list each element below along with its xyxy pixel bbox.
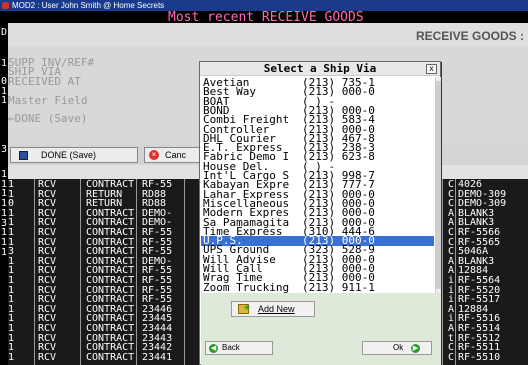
table-cell: 1	[8, 179, 15, 190]
form-field-label: RECEIVED AT	[8, 75, 81, 88]
table-cell: RF-5510	[458, 351, 501, 363]
ok-arrow-icon: ▶	[411, 344, 420, 353]
cancel-label: Canc	[165, 150, 187, 160]
table-cell: RCV	[38, 227, 57, 238]
table-cell: C	[448, 342, 455, 354]
dialog-footer: Add New ◀ Back Ok ▶	[201, 293, 441, 365]
table-cell: RF-5564	[458, 275, 501, 286]
floppy-disk-icon	[19, 151, 28, 160]
table-cell: RCV	[38, 342, 57, 354]
table-cell: 5046A	[458, 246, 489, 258]
add-folder-icon	[238, 302, 250, 316]
table-cell: CONTRACT	[86, 342, 135, 354]
module-info-bar: RECEIVE GOODS :	[8, 23, 528, 47]
table-cell: RCV	[38, 198, 57, 210]
table-cell: RF-55	[142, 179, 173, 190]
table-cell: RF-5517	[458, 294, 501, 306]
ship-via-name: Zoom Trucking	[203, 282, 290, 293]
table-cell: i	[448, 294, 455, 306]
ship-via-item[interactable]: Zoom Trucking (213) 911-1	[201, 280, 434, 293]
table-cell: RCV	[38, 294, 57, 306]
left-column-strip: D10113111113111	[0, 23, 8, 365]
module-label: RECEIVE GOODS :	[415, 29, 524, 43]
table-cell: CONTRACT	[86, 351, 135, 363]
table-cell: 23442	[142, 342, 173, 354]
table-cell: 1	[8, 323, 15, 334]
table-cell: RF-5566	[458, 227, 501, 238]
table-cell: 4026	[458, 179, 483, 190]
table-cell: C	[448, 246, 455, 258]
back-arrow-icon: ◀	[209, 344, 218, 353]
table-cell: RF-55	[142, 227, 173, 238]
select-ship-via-dialog: Select a Ship Via x Avetian (213) 735-1 Be…	[199, 61, 441, 365]
table-cell: C	[448, 351, 455, 363]
done-save-label: DONE (Save)	[41, 150, 97, 160]
table-cell: 1	[8, 227, 15, 238]
table-cell: 0	[8, 198, 15, 210]
app-icon	[2, 2, 9, 9]
table-cell: RD88	[142, 198, 167, 210]
table-cell: CONTRACT	[86, 323, 135, 334]
table-cell: 23441	[142, 351, 173, 363]
table-cell: CONTRACT	[86, 227, 135, 238]
ok-label: Ok	[393, 343, 404, 352]
table-cell: RCV	[38, 275, 57, 286]
ship-via-list: Avetian (213) 735-1 Best Way (213) 000-0 BOA…	[201, 77, 441, 293]
form-field-label: Master Field	[8, 94, 88, 107]
table-cell: 3	[8, 246, 15, 258]
table-cell: C	[448, 198, 455, 210]
left-strip-char: 1	[0, 58, 8, 69]
table-cell: RF-55	[142, 246, 173, 258]
table-cell: i	[448, 275, 455, 286]
back-label: Back	[222, 343, 240, 352]
table-cell: 1	[8, 351, 15, 363]
left-strip-char: D	[0, 27, 8, 38]
table-cell: 23444	[142, 323, 173, 334]
ship-via-phone: (213) 911-1	[302, 280, 375, 293]
list-scrollbar[interactable]	[435, 77, 441, 293]
add-new-button[interactable]: Add New	[231, 301, 315, 317]
ok-button[interactable]: Ok ▶	[362, 341, 432, 355]
form-field-label: ←DONE (Save)	[8, 112, 88, 125]
table-cell: RCV	[38, 351, 57, 363]
window-title: MOD2 : User John Smith @ Home Secrets	[12, 1, 165, 10]
close-icon[interactable]: x	[426, 64, 437, 74]
table-cell: 1	[8, 294, 15, 306]
dialog-title: Select a Ship Via	[200, 62, 440, 76]
table-cell: RF-5511	[458, 342, 501, 354]
table-cell: C	[448, 227, 455, 238]
scrollbar-thumb[interactable]	[436, 81, 441, 289]
table-cell: RF-55	[142, 275, 173, 286]
table-cell: A	[448, 323, 455, 334]
table-cell: RF-55	[142, 294, 173, 306]
table-cell: RETURN	[86, 198, 123, 210]
table-cell: RCV	[38, 179, 57, 190]
table-cell: RCV	[38, 323, 57, 334]
add-new-label: Add New	[258, 304, 295, 314]
table-cell: 1	[8, 342, 15, 354]
left-strip-char: 3	[0, 144, 8, 155]
table-cell: 1	[8, 275, 15, 286]
back-button[interactable]: ◀ Back	[205, 341, 273, 355]
table-cell: CONTRACT	[86, 246, 135, 258]
table-cell: CONTRACT	[86, 275, 135, 286]
table-cell: CONTRACT	[86, 179, 135, 190]
left-strip-char: 1	[0, 95, 8, 106]
table-cell: RCV	[38, 246, 57, 258]
cancel-icon: ×	[149, 150, 159, 160]
done-save-button[interactable]: DONE (Save)	[10, 147, 138, 163]
screen-heading-strip: Most recent RECEIVE GOODS	[0, 11, 528, 24]
table-cell: DEMO-309	[458, 198, 507, 210]
table-cell: CONTRACT	[86, 294, 135, 306]
table-cell: RF-5514	[458, 323, 501, 334]
table-cell: C	[448, 179, 455, 190]
left-strip-char: 1	[0, 247, 8, 258]
